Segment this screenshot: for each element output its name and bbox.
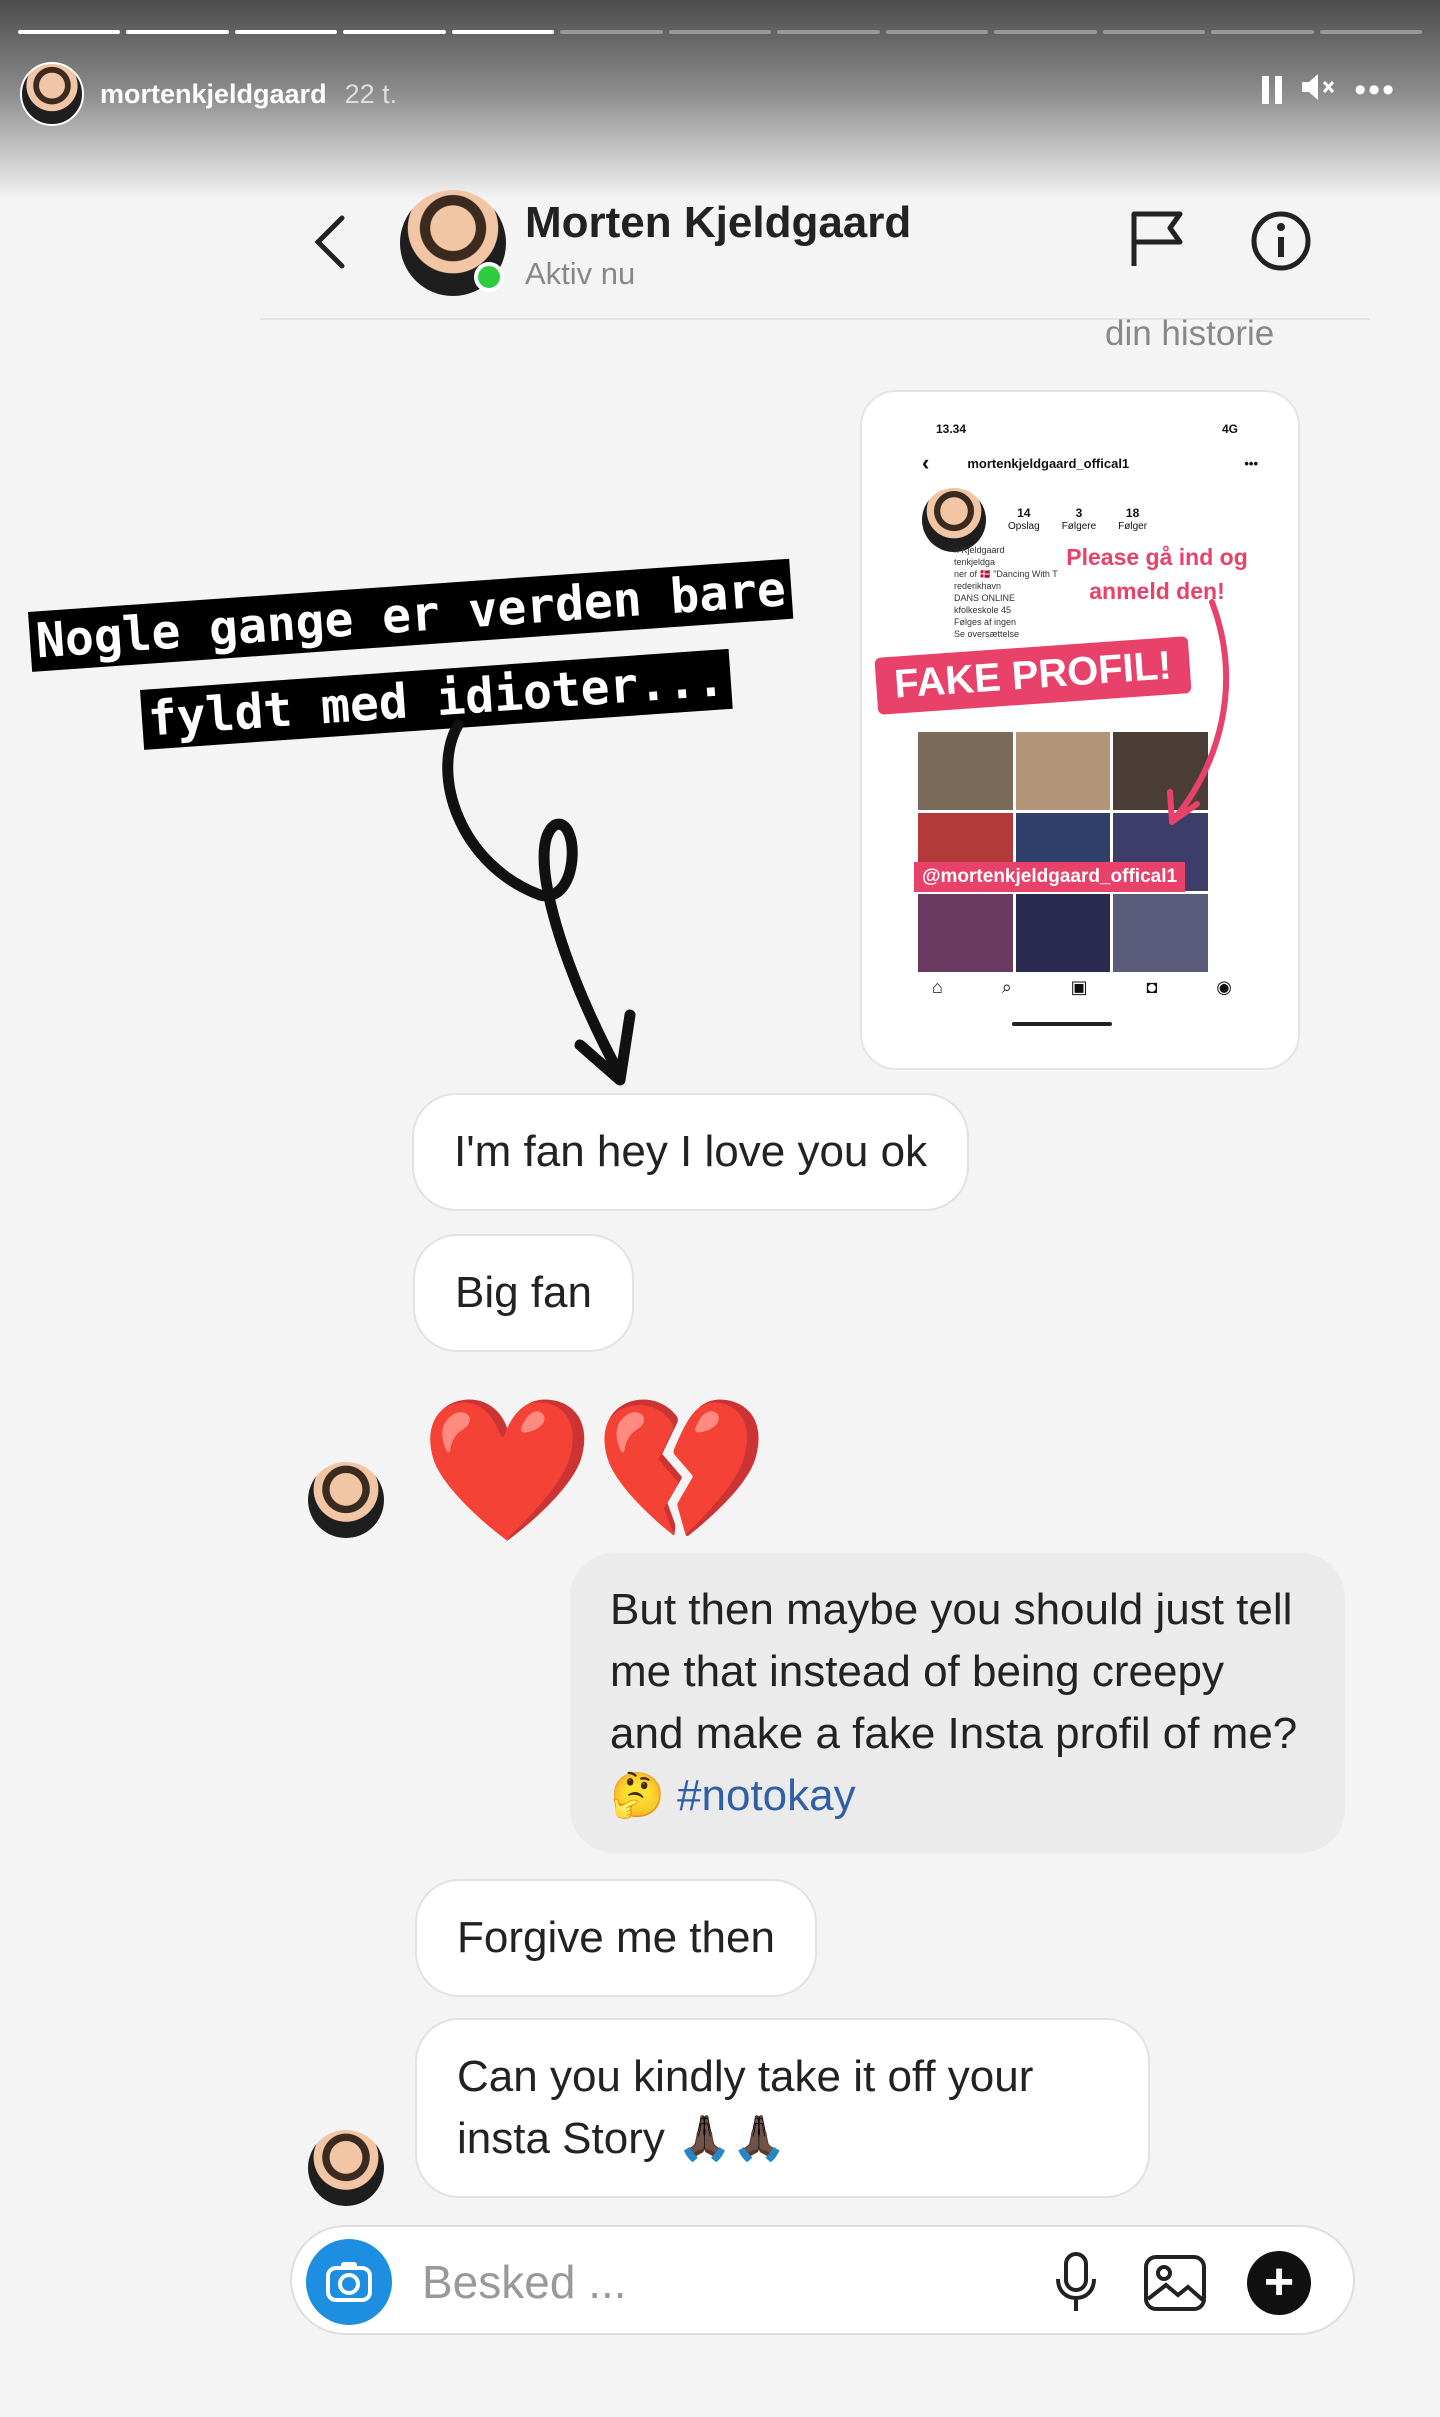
message-input[interactable]: Besked ... xyxy=(422,2255,627,2309)
more-icon: ••• xyxy=(1244,455,1258,471)
info-icon[interactable] xyxy=(1250,210,1312,277)
gallery-icon[interactable] xyxy=(1142,2251,1208,2320)
story-progress-segment xyxy=(343,30,446,34)
story-progress-segment xyxy=(234,30,338,34)
home-indicator xyxy=(1012,1022,1112,1026)
story-time: 22 t. xyxy=(344,78,398,109)
message-sent[interactable]: But then maybe you should just tell me t… xyxy=(570,1553,1345,1853)
story-progress xyxy=(18,30,1423,34)
profile-icon: ◉ xyxy=(1216,977,1232,997)
online-indicator xyxy=(474,262,504,292)
hand-drawn-arrow xyxy=(442,719,636,1086)
more-icon[interactable]: ••• xyxy=(1354,73,1396,107)
message-received[interactable]: I'm fan hey I love you ok xyxy=(412,1093,970,1211)
reels-icon: ▣ xyxy=(1070,977,1088,997)
sender-avatar[interactable] xyxy=(308,2130,384,2206)
fake-handle-tag: @mortenkjeldgaard_offical1 xyxy=(914,862,1186,892)
story-progress-segment xyxy=(1102,30,1206,34)
back-icon[interactable] xyxy=(310,212,350,282)
phone-stat: 18 Følger xyxy=(1118,506,1148,533)
story-progress-segment xyxy=(1211,30,1314,34)
shared-story-screenshot[interactable]: 13.34 4G ‹ mortenkjeldgaard_offical1 •••… xyxy=(860,390,1300,1070)
story-progress-segment xyxy=(668,30,772,34)
story-progress-segment xyxy=(126,30,229,34)
dm-avatar[interactable] xyxy=(400,190,506,296)
phone-profile-username: mortenkjeldgaard_offical1 xyxy=(967,455,1130,471)
shop-icon: ◘ xyxy=(1146,977,1158,997)
phone-stat: 14 Opslag xyxy=(1008,506,1040,533)
story-header: mortenkjeldgaard 22 t. ••• xyxy=(0,0,1440,200)
story-username[interactable]: mortenkjeldgaard xyxy=(100,79,327,110)
phone-time: 13.34 xyxy=(936,422,967,436)
sender-avatar[interactable] xyxy=(308,1462,384,1538)
message-composer[interactable]: Besked ... + xyxy=(290,2225,1355,2335)
story-progress-segment xyxy=(777,30,880,34)
phone-signal: 4G xyxy=(1221,422,1238,436)
mic-icon[interactable] xyxy=(1050,2251,1102,2320)
chevron-left-icon: ‹ xyxy=(922,450,930,475)
pink-arrow xyxy=(1167,599,1230,825)
phone-tab-bar: ⌂ ⌕ ▣ ◘ ◉ xyxy=(932,977,1232,998)
story-user[interactable]: mortenkjeldgaard 22 t. xyxy=(20,62,397,126)
pause-icon[interactable] xyxy=(1262,75,1283,104)
story-progress-segment xyxy=(18,30,121,34)
story-progress-segment xyxy=(994,30,1097,34)
hashtag-link[interactable]: #notokay xyxy=(677,1771,856,1820)
story-progress-segment xyxy=(1319,30,1423,34)
dm-header: Morten Kjeldgaard Aktiv nu xyxy=(260,180,1370,320)
story-reply-label: din historie xyxy=(1105,314,1275,353)
dm-contact-name[interactable]: Morten Kjeldgaard xyxy=(525,198,911,248)
story-avatar[interactable] xyxy=(20,62,84,126)
camera-icon[interactable] xyxy=(306,2239,392,2325)
message-received[interactable]: Can you kindly take it off your insta St… xyxy=(415,2018,1150,2198)
story-progress-segment xyxy=(560,30,663,34)
phone-nav: ‹ mortenkjeldgaard_offical1 ••• xyxy=(862,436,1298,476)
story-progress-segment xyxy=(451,30,555,34)
phone-stat: 3 Følgere xyxy=(1061,506,1097,533)
story-controls: ••• xyxy=(1262,72,1396,107)
phone-avatar xyxy=(922,488,986,552)
mute-icon[interactable] xyxy=(1300,72,1336,107)
message-emoji[interactable]: ❤️💔 xyxy=(420,1390,769,1550)
dm-contact-status: Aktiv nu xyxy=(525,256,636,291)
story-progress-segment xyxy=(885,30,989,34)
plus-icon[interactable]: + xyxy=(1247,2251,1311,2315)
home-icon: ⌂ xyxy=(932,977,943,997)
message-received[interactable]: Forgive me then xyxy=(415,1879,817,1997)
message-received[interactable]: Big fan xyxy=(413,1234,634,1352)
flag-icon[interactable] xyxy=(1128,208,1186,273)
search-icon: ⌕ xyxy=(1001,977,1012,997)
phone-status-bar: 13.34 4G xyxy=(862,392,1298,436)
